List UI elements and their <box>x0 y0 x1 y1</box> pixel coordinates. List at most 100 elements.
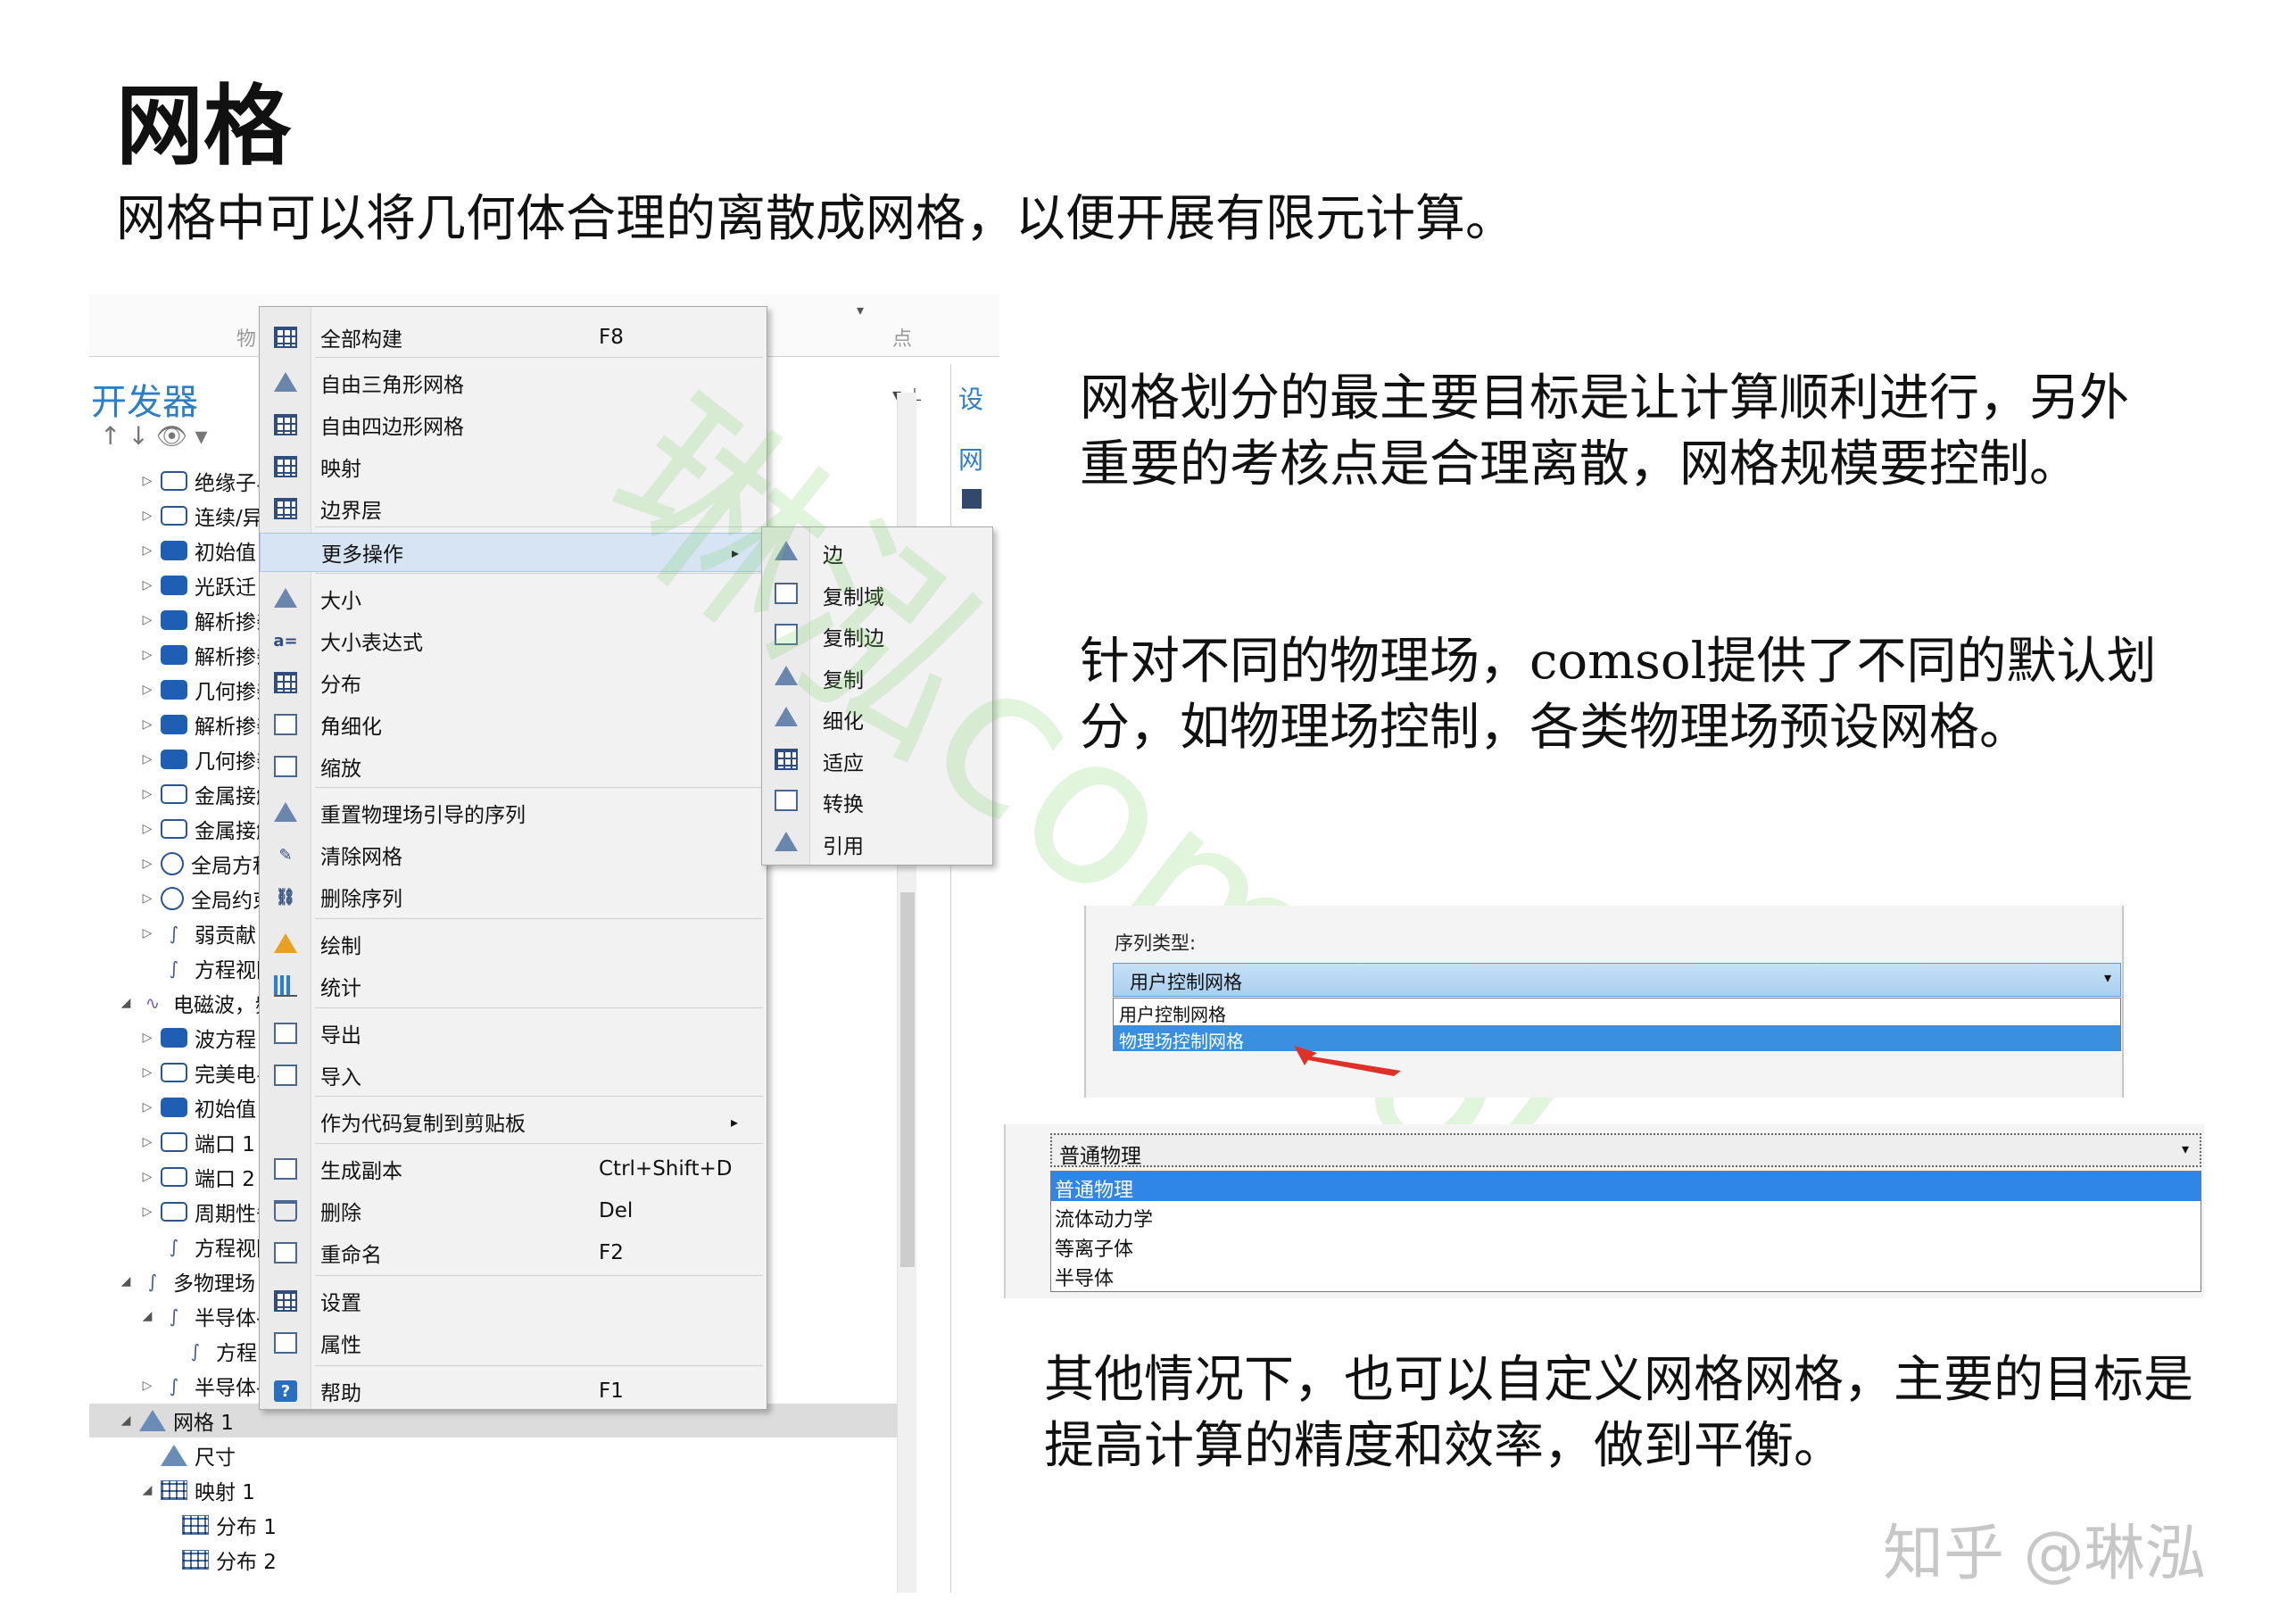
expand-toggle-icon[interactable]: ▷ <box>137 1135 157 1149</box>
submenu-item[interactable]: 转换 <box>762 780 992 821</box>
expand-toggle-icon[interactable]: ◢ <box>116 996 136 1010</box>
expand-toggle-icon[interactable]: ▷ <box>137 891 157 906</box>
tree-item[interactable]: ◢ ∫ 半导体- <box>137 1299 264 1333</box>
submenu-item[interactable]: 复制 <box>762 656 992 697</box>
menu-item[interactable]: 设置 <box>260 1281 767 1321</box>
option-plasma[interactable]: 等离子体 <box>1051 1230 2201 1261</box>
menu-item[interactable]: 大小 <box>260 579 767 618</box>
tree-item[interactable]: ▷ 连续/异 <box>137 499 263 533</box>
expand-toggle-icon[interactable]: ▷ <box>137 1031 157 1045</box>
expand-toggle-icon[interactable]: ▷ <box>137 717 157 732</box>
tree-item[interactable]: ◢ 映射 1 <box>137 1473 255 1507</box>
menu-item[interactable]: ⛓ 删除序列 <box>260 877 767 916</box>
menu-item[interactable]: 全部构建 F8 <box>260 318 767 357</box>
submenu-item[interactable]: 复制域 <box>762 573 992 614</box>
tree-item[interactable]: ∫ 方程视图 <box>137 1230 277 1264</box>
tree-item[interactable]: ▷ 解析掺杂 <box>137 603 277 637</box>
tree-toolbar[interactable]: ↑↓👁▾ <box>100 421 215 451</box>
menu-item[interactable]: 重置物理场引导的序列 <box>260 793 767 833</box>
expand-toggle-icon[interactable]: ▷ <box>137 543 157 558</box>
tree-item[interactable]: 分布 1 <box>159 1508 277 1542</box>
menu-item[interactable]: 生成副本 Ctrl+Shift+D <box>260 1149 767 1189</box>
tree-item[interactable]: ∫ 方程视图 <box>137 951 277 985</box>
expand-toggle-icon[interactable]: ▷ <box>137 1170 157 1184</box>
expand-toggle-icon[interactable]: ▷ <box>137 752 157 766</box>
menu-item[interactable]: 自由四边形网格 <box>260 405 767 444</box>
sequence-type-select[interactable]: 用户控制网格 ▾ <box>1113 963 2121 997</box>
expand-toggle-icon[interactable]: ◢ <box>137 1309 157 1323</box>
tree-item[interactable]: ▷ 初始值 <box>137 1090 256 1124</box>
tree-item[interactable]: ▷ 绝缘子界 <box>137 464 277 498</box>
tab-settings[interactable]: 设 <box>958 380 983 416</box>
tree-item[interactable]: ▷ 初始值 <box>137 534 256 568</box>
menu-item[interactable]: 角细化 <box>260 705 767 744</box>
chevron-down-icon[interactable]: ▾ <box>2104 969 2111 986</box>
expand-toggle-icon[interactable]: ◢ <box>137 1483 157 1497</box>
physics-preset-select[interactable]: 普通物理 ▾ <box>1050 1133 2201 1168</box>
option-semiconductor[interactable]: 半导体 <box>1051 1260 2201 1290</box>
tree-item[interactable]: 分布 2 <box>159 1543 277 1577</box>
expand-toggle-icon[interactable]: ▷ <box>137 1065 157 1080</box>
tree-item[interactable]: ▷ 解析掺杂 <box>137 708 277 742</box>
expand-toggle-icon[interactable]: ▷ <box>137 509 157 523</box>
tree-item[interactable]: ▷ 完美电导 <box>137 1056 277 1090</box>
tree-item[interactable]: ◢ ∿ 电磁波，频 <box>116 986 276 1020</box>
expand-toggle-icon[interactable]: ◢ <box>116 1413 136 1428</box>
menu-item[interactable]: 属性 <box>260 1323 767 1363</box>
menu-item[interactable]: 导入 <box>260 1056 767 1095</box>
menu-item[interactable]: ? 帮助 F1 <box>260 1371 767 1411</box>
menu-item[interactable]: 导出 <box>260 1014 767 1053</box>
expand-toggle-icon[interactable]: ◢ <box>116 1274 136 1288</box>
submenu-item[interactable]: 适应 <box>762 739 992 780</box>
menu-item[interactable]: 边界层 <box>260 489 767 528</box>
expand-toggle-icon[interactable]: ▷ <box>137 683 157 697</box>
tree-item[interactable]: ▷ ∫ 弱贡献 <box>137 916 256 950</box>
tree-item[interactable]: ▷ 端口 1 <box>137 1125 255 1159</box>
tree-item[interactable]: ▷ 全局方程 <box>137 847 273 881</box>
menu-item[interactable]: a= 大小表达式 <box>260 621 767 660</box>
chevron-down-icon[interactable]: ▾ <box>2182 1140 2189 1157</box>
expand-toggle-icon[interactable]: ▷ <box>137 1205 157 1219</box>
option-user-controlled[interactable]: 用户控制网格 <box>1114 998 2120 1025</box>
expand-toggle-icon[interactable]: ▷ <box>137 1100 157 1114</box>
menu-item[interactable]: 删除 Del <box>260 1191 767 1230</box>
tree-item[interactable]: ◢ ∫ 多物理场 <box>116 1264 255 1298</box>
menu-item[interactable]: 自由三角形网格 <box>260 363 767 402</box>
tree-item[interactable]: ▷ 几何掺杂 <box>137 673 277 707</box>
expand-toggle-icon[interactable]: ▷ <box>137 1379 157 1393</box>
option-physics-controlled[interactable]: 物理场控制网格 <box>1114 1025 2120 1052</box>
tab-mesh[interactable]: 网 <box>958 441 983 476</box>
tree-item[interactable]: ▷ 周期性条 <box>137 1195 277 1229</box>
menu-item[interactable]: ✎ 清除网格 <box>260 835 767 874</box>
expand-toggle-icon[interactable]: ▷ <box>137 613 157 627</box>
tree-item[interactable]: ∫ 方程 <box>159 1334 257 1368</box>
expand-toggle-icon[interactable]: ▷ <box>137 857 157 871</box>
submenu-item[interactable]: 边 <box>762 531 992 572</box>
menu-item[interactable]: 绘制 <box>260 924 767 964</box>
expand-toggle-icon[interactable]: ▷ <box>137 648 157 662</box>
menu-item[interactable]: 更多操作 ▸ <box>260 533 767 572</box>
option-general-physics[interactable]: 普通物理 <box>1051 1172 2201 1202</box>
menu-item[interactable]: 作为代码复制到剪贴板 ▸ <box>260 1102 767 1141</box>
chevron-down-icon[interactable]: ▾ <box>857 302 864 319</box>
tree-item[interactable]: ▷ ∫ 半导体- <box>137 1369 264 1403</box>
expand-toggle-icon[interactable]: ▷ <box>137 474 157 488</box>
tree-item[interactable]: ▷ 端口 2 <box>137 1160 255 1194</box>
tree-item[interactable]: ▷ 金属接触 <box>137 777 277 811</box>
submenu-item[interactable]: 复制边 <box>762 614 992 655</box>
expand-toggle-icon[interactable]: ▷ <box>137 787 157 801</box>
expand-toggle-icon[interactable]: ▷ <box>137 578 157 592</box>
expand-toggle-icon[interactable]: ▷ <box>137 926 157 940</box>
tree-item[interactable]: ▷ 波方程 <box>137 1021 256 1055</box>
submenu-item[interactable]: 细化 <box>762 697 992 738</box>
tree-item[interactable]: ▷ 解析掺杂 <box>137 638 277 672</box>
tree-item[interactable]: ▷ 金属接触 <box>137 812 277 846</box>
menu-item[interactable]: 映射 <box>260 447 767 486</box>
menu-item[interactable]: 统计 <box>260 966 767 1006</box>
menu-item[interactable]: 缩放 <box>260 747 767 786</box>
tree-item[interactable]: ▷ 光跃迁 <box>137 568 256 602</box>
submenu-item[interactable]: 引用 <box>762 822 992 863</box>
tree-item[interactable]: ▷ 几何掺杂 <box>137 742 277 776</box>
menu-item[interactable]: 分布 <box>260 663 767 702</box>
option-fluid-dynamics[interactable]: 流体动力学 <box>1051 1201 2201 1231</box>
